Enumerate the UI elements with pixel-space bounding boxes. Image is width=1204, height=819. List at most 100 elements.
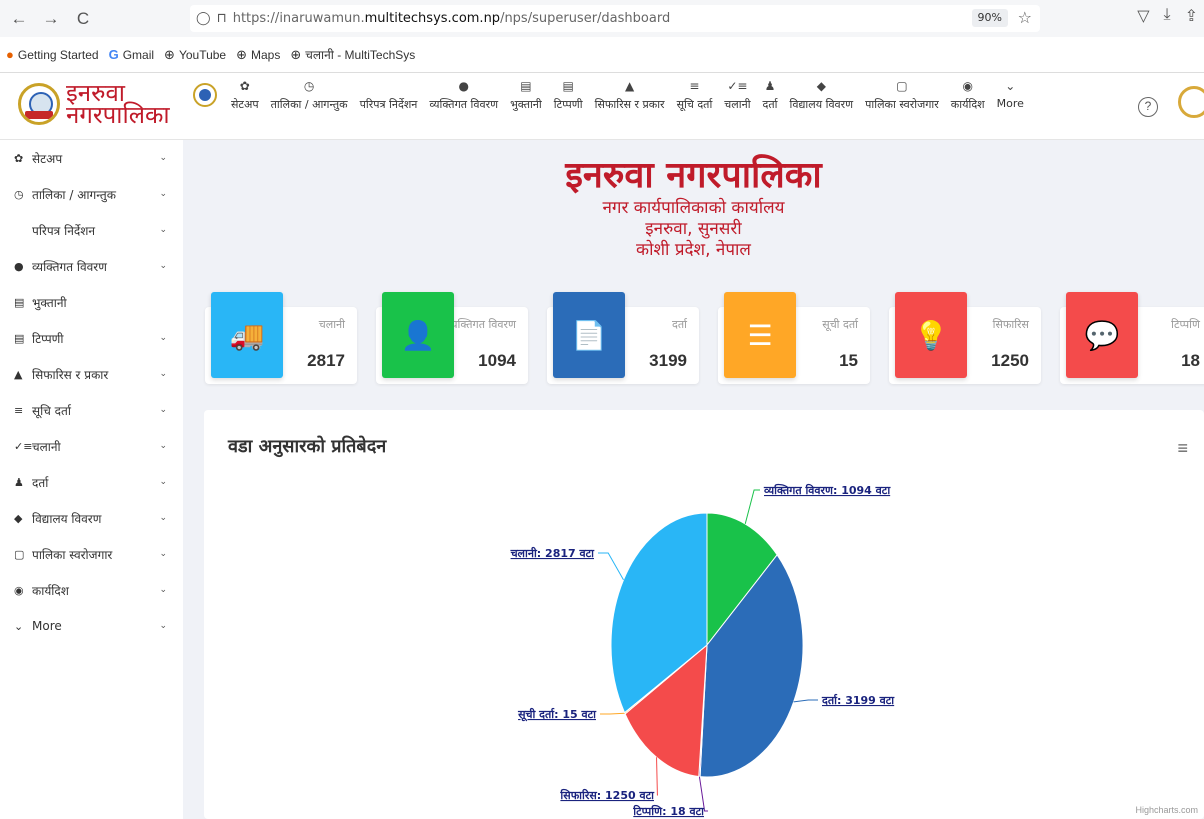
sidebar-item-more[interactable]: ⌄ More ⌄ <box>0 608 183 644</box>
sidebar-item-label: सिफारिस र प्रकार <box>32 367 109 382</box>
sidebar-item-register[interactable]: ♟ दर्ता ⌄ <box>0 464 183 500</box>
pie-data-label[interactable]: टिप्पणि: 18 वटा <box>632 804 705 818</box>
topnav-item-circular[interactable]: परिपत्र निर्देशन <box>354 79 424 112</box>
sidebar-item-dispatch[interactable]: ✓≡ चलानी ⌄ <box>0 428 183 464</box>
topnav-item-recommendation[interactable]: ▲ सिफारिस र प्रकार <box>589 79 671 112</box>
help-icon[interactable]: ? <box>1138 97 1158 117</box>
forward-icon[interactable]: → <box>38 6 64 32</box>
stat-value: 3199 <box>649 351 687 370</box>
avatar[interactable] <box>1178 86 1204 118</box>
topnav-label: तालिका / आगन्तुक <box>270 98 348 111</box>
topnav-item-setup[interactable]: ✿ सेटअप <box>225 79 265 112</box>
sidebar-item-recommendation[interactable]: ▲ सिफारिस र प्रकार ⌄ <box>0 356 183 392</box>
back-icon[interactable]: ← <box>6 6 32 32</box>
reload-icon[interactable]: C <box>70 6 96 32</box>
user-add-icon: ♟ <box>764 79 776 93</box>
topnav-item-register[interactable]: ♟ दर्ता <box>757 79 784 112</box>
topnav-item-self-employment[interactable]: ▢ पालिका स्वरोजगार <box>859 79 945 112</box>
topnav-item-dispatch[interactable]: ✓≡ चलानी <box>718 79 756 112</box>
share-icon[interactable]: ⇪ <box>1185 6 1198 26</box>
sidebar-item-list-register[interactable]: ≡ सूचि दर्ता ⌄ <box>0 392 183 428</box>
org-province: कोशी प्रदेश, नेपाल <box>636 240 751 260</box>
chevron-down-icon: ⌄ <box>159 549 167 559</box>
municipality-logo[interactable]: इनरुवा नगरपालिका <box>18 81 170 129</box>
school-icon: ◆ <box>14 511 23 525</box>
sidebar-item-directive[interactable]: ◉ कार्यदिश ⌄ <box>0 572 183 608</box>
bookmark-gmail[interactable]: G Gmail <box>109 47 154 62</box>
topnav-item-personal-details[interactable]: ● व्यक्तिगत विवरण <box>423 79 504 112</box>
topnav-label: चलानी <box>724 98 751 111</box>
sidebar-item-school[interactable]: ◆ विद्यालय विवरण ⌄ <box>0 500 183 536</box>
pie-data-label[interactable]: चलानी: 2817 वटा <box>510 546 596 560</box>
pie-data-label[interactable]: सिफारिस: 1250 वटा <box>559 788 655 802</box>
topnav-label: टिप्पणी <box>553 98 583 111</box>
org-office: नगर कार्यपालिकाको कार्यालय <box>602 198 785 218</box>
lightbulb-icon: 💡 <box>895 292 967 378</box>
chevron-down-icon: ⌄ <box>14 619 24 633</box>
pie-connector <box>744 489 760 525</box>
receipt-icon: ▤ <box>520 79 532 93</box>
stat-value: 1094 <box>478 351 516 370</box>
topnav-item-note[interactable]: ▤ टिप्पणी <box>548 79 589 112</box>
receipt-icon: ▤ <box>14 295 25 309</box>
gear-icon: ✿ <box>14 151 24 165</box>
sidebar-item-setup[interactable]: ✿ सेटअप ⌄ <box>0 140 183 176</box>
truck-icon: 🚚 <box>211 292 283 378</box>
briefcase-icon: ▢ <box>896 79 908 93</box>
sidebar-item-note[interactable]: ▤ टिप्पणी ⌄ <box>0 320 183 356</box>
user-icon: ● <box>14 259 24 273</box>
google-icon: G <box>108 47 119 62</box>
sidebar-item-circular[interactable]: परिपत्र निर्देशन ⌄ <box>0 212 183 248</box>
list-icon: ≡ <box>14 403 24 417</box>
topnav-label: सूचि दर्ता <box>676 98 713 111</box>
user-add-icon: ♟ <box>14 475 24 489</box>
bookmark-star-icon[interactable]: ☆ <box>1018 8 1032 27</box>
download-icon[interactable]: ⤓ <box>1164 6 1171 26</box>
url-bar[interactable]: ◯ ⊓ https://inaruwamun. multitechsys.com.… <box>190 5 1040 32</box>
comment-icon: 💬 <box>1066 292 1138 378</box>
list-icon: ≡ <box>689 79 700 93</box>
bookmark-label: Maps <box>251 47 281 62</box>
stat-value: 15 <box>839 351 858 370</box>
pie-data-label[interactable]: व्यक्तिगत विवरण: 1094 वटा <box>763 483 891 497</box>
badge-icon: ◉ <box>14 583 24 597</box>
topnav-item-schedule[interactable]: ◷ तालिका / आगन्तुक <box>265 79 354 112</box>
mini-emblem-icon[interactable] <box>193 83 217 107</box>
sidebar-item-label: चलानी <box>32 439 61 454</box>
topnav-item-directive[interactable]: ◉ कार्यदिश <box>945 79 991 112</box>
sidebar-item-payment[interactable]: ▤ भुक्तानी <box>0 284 183 320</box>
bookmark-maps[interactable]: ⊕ Maps <box>236 47 280 63</box>
chevron-down-icon: ⌄ <box>159 189 167 199</box>
logo-line2: नगरपालिका <box>66 101 170 129</box>
gear-icon: ✿ <box>239 79 250 93</box>
shield-icon: ◯ <box>196 11 211 26</box>
sidebar-item-self-employment[interactable]: ▢ पालिका स्वरोजगार ⌄ <box>0 536 183 572</box>
topnav-label: परिपत्र निर्देशन <box>359 98 418 111</box>
sidebar-item-label: परिपत्र निर्देशन <box>32 223 96 238</box>
sidebar: ✿ सेटअप ⌄ ◷ तालिका / आगन्तुक ⌄ परिपत्र निर्देश… <box>0 140 183 819</box>
clock-icon: ◷ <box>14 187 24 201</box>
app-header: इनरुवा नगरपालिका ✿ सेटअप ◷ तालिका / आगन्तुक… <box>0 73 1204 140</box>
pie-data-label[interactable]: सूची दर्ता: 15 वटा <box>517 707 597 722</box>
topnav-label: पालिका स्वरोजगार <box>865 98 939 111</box>
sidebar-item-schedule[interactable]: ◷ तालिका / आगन्तुक ⌄ <box>0 176 183 212</box>
bookmark-youtube[interactable]: ⊕ YouTube <box>164 47 226 63</box>
stat-label: दर्ता <box>672 318 687 331</box>
pie-data-label[interactable]: दर्ता: 3199 वटा <box>821 693 895 707</box>
pocket-icon[interactable]: ▽ <box>1137 6 1149 26</box>
topnav-item-payment[interactable]: ▤ भुक्तानी <box>504 79 548 112</box>
sidebar-item-label: भुक्तानी <box>32 295 67 310</box>
topnav-item-school[interactable]: ◆ विद्यालय विवरण <box>784 79 860 112</box>
browser-toolbar: ← → C ◯ ⊓ https://inaruwamun. multitechsy… <box>0 0 1204 37</box>
chart-credit[interactable]: Highcharts.com <box>1135 805 1198 815</box>
zoom-badge[interactable]: 90% <box>971 9 1008 27</box>
bookmark-label: YouTube <box>178 47 227 62</box>
user-icon: 👤 <box>382 292 454 378</box>
topnav-item-list-register[interactable]: ≡ सूचि दर्ता <box>671 79 719 112</box>
browser-right-icons: ▽ ⤓ ⇪ <box>1137 6 1198 26</box>
topnav-item-more[interactable]: ⌄ More <box>991 79 1030 112</box>
sidebar-item-personal-details[interactable]: ● व्यक्तिगत विवरण ⌄ <box>0 248 183 284</box>
bookmark-chalani[interactable]: ⊕ चलानी - MultiTechSys <box>290 46 415 63</box>
bookmark-getting-started[interactable]: ● Getting Started <box>6 47 99 62</box>
topnav-label: व्यक्तिगत विवरण <box>429 98 499 111</box>
